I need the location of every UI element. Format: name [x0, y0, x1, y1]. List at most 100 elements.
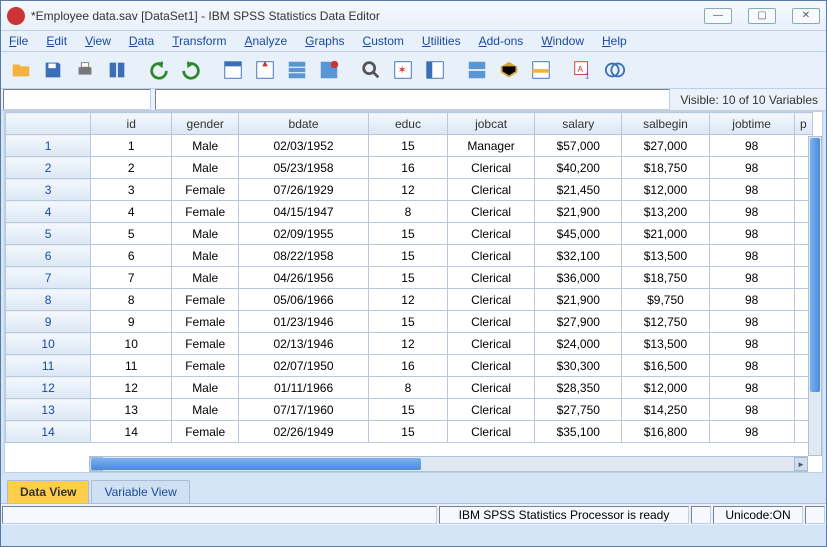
cell-salary[interactable]: $21,900: [535, 201, 622, 223]
row-header[interactable]: 7: [6, 267, 91, 289]
cell-jobcat[interactable]: Clerical: [447, 311, 534, 333]
cell-educ[interactable]: 8: [368, 201, 447, 223]
print-icon[interactable]: [71, 56, 99, 84]
cell-educ[interactable]: 15: [368, 311, 447, 333]
use-sets-icon[interactable]: [601, 56, 629, 84]
row-header[interactable]: 2: [6, 157, 91, 179]
col-header-salbegin[interactable]: salbegin: [622, 113, 709, 135]
row-header[interactable]: 1: [6, 135, 91, 157]
cell-jobcat[interactable]: Clerical: [447, 179, 534, 201]
recall-icon[interactable]: [103, 56, 131, 84]
cell-jobcat[interactable]: Clerical: [447, 377, 534, 399]
cell-bdate[interactable]: 05/06/1966: [239, 289, 369, 311]
cell-jobcat[interactable]: Clerical: [447, 245, 534, 267]
cell-jobtime[interactable]: 98: [709, 355, 794, 377]
cell-salary[interactable]: $40,200: [535, 157, 622, 179]
save-icon[interactable]: [39, 56, 67, 84]
run-icon[interactable]: [315, 56, 343, 84]
row-header[interactable]: 4: [6, 201, 91, 223]
cell-salbegin[interactable]: $21,000: [622, 223, 709, 245]
cell-salbegin[interactable]: $14,250: [622, 399, 709, 421]
cell-salbegin[interactable]: $12,750: [622, 311, 709, 333]
open-icon[interactable]: [7, 56, 35, 84]
cell-jobtime[interactable]: 98: [709, 421, 794, 443]
cell-salary[interactable]: $24,000: [535, 333, 622, 355]
cell-gender[interactable]: Female: [172, 289, 239, 311]
cell-bdate[interactable]: 04/15/1947: [239, 201, 369, 223]
cell-bdate[interactable]: 02/26/1949: [239, 421, 369, 443]
cell-educ[interactable]: 12: [368, 179, 447, 201]
cell-gender[interactable]: Female: [172, 333, 239, 355]
cell-jobtime[interactable]: 98: [709, 223, 794, 245]
select-icon[interactable]: [527, 56, 555, 84]
cell-gender[interactable]: Female: [172, 179, 239, 201]
cell-educ[interactable]: 15: [368, 267, 447, 289]
row-header[interactable]: 13: [6, 399, 91, 421]
row-header[interactable]: 3: [6, 179, 91, 201]
cell-salary[interactable]: $27,900: [535, 311, 622, 333]
cell-salbegin[interactable]: $27,000: [622, 135, 709, 157]
menu-analyze[interactable]: Analyze: [244, 34, 287, 48]
cell-gender[interactable]: Female: [172, 355, 239, 377]
redo-icon[interactable]: [177, 56, 205, 84]
cell-bdate[interactable]: 04/26/1956: [239, 267, 369, 289]
cell-bdate[interactable]: 01/23/1946: [239, 311, 369, 333]
undo-icon[interactable]: [145, 56, 173, 84]
cell-educ[interactable]: 16: [368, 157, 447, 179]
cell-salary[interactable]: $45,000: [535, 223, 622, 245]
cell-educ[interactable]: 15: [368, 421, 447, 443]
cell-gender[interactable]: Male: [172, 157, 239, 179]
cell-jobtime[interactable]: 98: [709, 289, 794, 311]
find-icon[interactable]: [357, 56, 385, 84]
cell-jobtime[interactable]: 98: [709, 135, 794, 157]
cell-gender[interactable]: Female: [172, 421, 239, 443]
cell-salbegin[interactable]: $16,800: [622, 421, 709, 443]
cell-id[interactable]: 3: [91, 179, 172, 201]
cell-bdate[interactable]: 02/03/1952: [239, 135, 369, 157]
scroll-thumb[interactable]: [91, 458, 421, 470]
horizontal-scrollbar[interactable]: ◄ ►: [89, 456, 808, 472]
tab-data-view[interactable]: Data View: [7, 480, 89, 503]
cell-salary[interactable]: $36,000: [535, 267, 622, 289]
cell-jobcat[interactable]: Clerical: [447, 157, 534, 179]
cell-jobcat[interactable]: Clerical: [447, 399, 534, 421]
menu-help[interactable]: Help: [602, 34, 627, 48]
cell-salbegin[interactable]: $13,500: [622, 333, 709, 355]
cell-gender[interactable]: Female: [172, 201, 239, 223]
cell-id[interactable]: 14: [91, 421, 172, 443]
cell-jobcat[interactable]: Clerical: [447, 289, 534, 311]
menu-graphs[interactable]: Graphs: [305, 34, 344, 48]
cell-gender[interactable]: Male: [172, 245, 239, 267]
cell-jobcat[interactable]: Clerical: [447, 355, 534, 377]
col-header-jobcat[interactable]: jobcat: [447, 113, 534, 135]
cell-jobcat[interactable]: Clerical: [447, 223, 534, 245]
cell-jobtime[interactable]: 98: [709, 333, 794, 355]
goto-case-icon[interactable]: [219, 56, 247, 84]
cell-gender[interactable]: Male: [172, 135, 239, 157]
cell-jobtime[interactable]: 98: [709, 399, 794, 421]
cell-salary[interactable]: $35,100: [535, 421, 622, 443]
menu-transform[interactable]: Transform: [172, 34, 226, 48]
cell-bdate[interactable]: 07/17/1960: [239, 399, 369, 421]
cell-educ[interactable]: 12: [368, 289, 447, 311]
cell-salary[interactable]: $32,100: [535, 245, 622, 267]
cell-jobtime[interactable]: 98: [709, 157, 794, 179]
formula-area[interactable]: [155, 89, 670, 110]
cell-salbegin[interactable]: $18,750: [622, 157, 709, 179]
row-header[interactable]: 11: [6, 355, 91, 377]
cell-jobtime[interactable]: 98: [709, 245, 794, 267]
cell-jobcat[interactable]: Clerical: [447, 267, 534, 289]
row-header[interactable]: 12: [6, 377, 91, 399]
col-header-educ[interactable]: educ: [368, 113, 447, 135]
menu-view[interactable]: View: [85, 34, 111, 48]
row-header[interactable]: 10: [6, 333, 91, 355]
col-header-jobtime[interactable]: jobtime: [709, 113, 794, 135]
cell-bdate[interactable]: 02/07/1950: [239, 355, 369, 377]
tab-variable-view[interactable]: Variable View: [91, 480, 189, 503]
cell-gender[interactable]: Male: [172, 377, 239, 399]
cell-id[interactable]: 8: [91, 289, 172, 311]
cell-id[interactable]: 10: [91, 333, 172, 355]
cell-id[interactable]: 7: [91, 267, 172, 289]
cell-bdate[interactable]: 02/09/1955: [239, 223, 369, 245]
cell-jobtime[interactable]: 98: [709, 311, 794, 333]
